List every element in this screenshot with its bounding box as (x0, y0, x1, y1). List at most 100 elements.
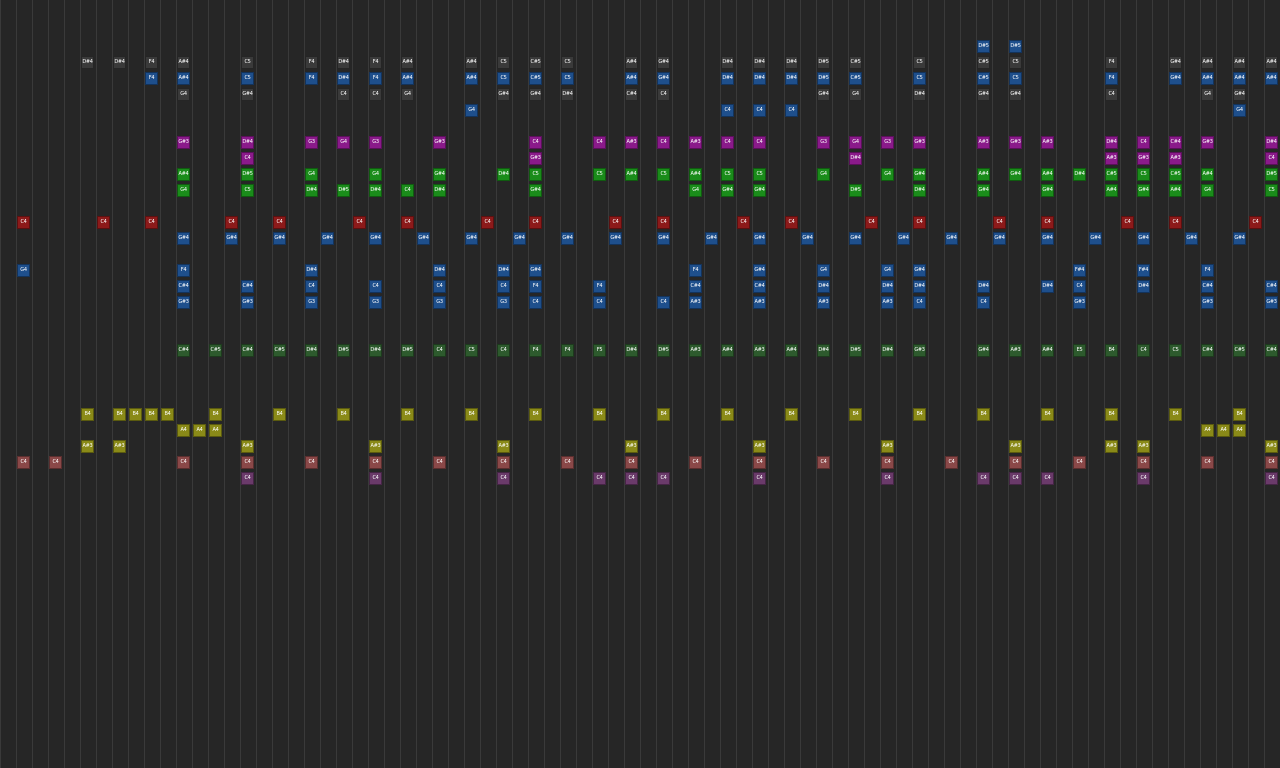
note-block[interactable]: C5 (561, 72, 574, 85)
note-block[interactable]: A4 (177, 424, 190, 437)
note-block[interactable]: G4 (849, 136, 862, 149)
note-block[interactable]: G#4 (609, 232, 622, 245)
note-block[interactable]: C4 (481, 216, 494, 229)
note-block[interactable]: A#3 (1137, 440, 1150, 453)
note-block[interactable]: B4 (785, 408, 798, 421)
note-block[interactable]: D#4 (817, 280, 830, 293)
note-block[interactable]: D#5 (1265, 168, 1278, 181)
note-block[interactable]: B4 (913, 408, 926, 421)
note-block[interactable]: B4 (113, 408, 126, 421)
note-block[interactable]: G#4 (225, 232, 238, 245)
note-block[interactable]: C4 (401, 184, 414, 197)
note-block[interactable]: B4 (465, 408, 478, 421)
note-block[interactable]: B4 (849, 408, 862, 421)
note-block[interactable]: B4 (721, 408, 734, 421)
note-block[interactable]: A#3 (1105, 440, 1118, 453)
note-block[interactable]: C4 (497, 344, 510, 357)
note-block[interactable]: D#4 (881, 344, 894, 357)
note-block[interactable]: C4 (753, 472, 766, 485)
note-block[interactable]: A4 (193, 424, 206, 437)
note-block[interactable]: A#4 (977, 168, 990, 181)
note-block[interactable]: B4 (81, 408, 94, 421)
note-block[interactable]: G3 (817, 136, 830, 149)
note-block[interactable]: C4 (1201, 456, 1214, 469)
note-block[interactable]: D#5 (849, 344, 862, 357)
note-block[interactable]: D#4 (1265, 136, 1278, 149)
note-block[interactable]: A#3 (1041, 136, 1054, 149)
note-block[interactable]: C4 (17, 456, 30, 469)
note-block[interactable]: C4 (657, 216, 670, 229)
note-block[interactable]: C4 (369, 88, 382, 101)
note-block[interactable]: D#5 (401, 344, 414, 357)
note-block[interactable]: C4 (1265, 152, 1278, 165)
note-block[interactable]: C4 (337, 88, 350, 101)
note-block[interactable]: B4 (1233, 408, 1246, 421)
note-block[interactable]: C#5 (977, 56, 990, 69)
note-block[interactable]: C4 (1009, 472, 1022, 485)
note-block[interactable]: G#4 (529, 184, 542, 197)
note-block[interactable]: G4 (689, 184, 702, 197)
note-block[interactable]: B4 (977, 408, 990, 421)
note-block[interactable]: C#5 (529, 72, 542, 85)
note-block[interactable]: A#3 (1009, 344, 1022, 357)
note-block[interactable]: C5 (753, 168, 766, 181)
note-block[interactable]: G#4 (977, 184, 990, 197)
note-block[interactable]: D#4 (497, 168, 510, 181)
note-block[interactable]: D#4 (305, 344, 318, 357)
note-block[interactable]: G#4 (465, 232, 478, 245)
note-block[interactable]: G#4 (273, 232, 286, 245)
note-block[interactable]: C4 (657, 88, 670, 101)
note-block[interactable]: C4 (1137, 344, 1150, 357)
note-block[interactable]: G#4 (1009, 168, 1022, 181)
note-block[interactable]: F4 (529, 280, 542, 293)
note-block[interactable]: A#4 (721, 344, 734, 357)
note-block[interactable]: G#4 (1169, 72, 1182, 85)
note-block[interactable]: C4 (1265, 472, 1278, 485)
note-block[interactable]: C4 (1137, 136, 1150, 149)
note-block[interactable]: F4 (1105, 56, 1118, 69)
note-block[interactable]: G#4 (1169, 56, 1182, 69)
note-block[interactable]: G#4 (657, 56, 670, 69)
note-block[interactable]: A#3 (689, 136, 702, 149)
note-block[interactable]: G4 (465, 104, 478, 117)
note-block[interactable]: B4 (273, 408, 286, 421)
note-block[interactable]: C4 (913, 296, 926, 309)
note-block[interactable]: C5 (241, 184, 254, 197)
note-block[interactable]: C4 (721, 104, 734, 117)
note-block[interactable]: F4 (305, 72, 318, 85)
note-block[interactable]: A4 (1217, 424, 1230, 437)
note-block[interactable]: C4 (993, 216, 1006, 229)
note-block[interactable]: G4 (817, 264, 830, 277)
note-block[interactable]: A#4 (625, 168, 638, 181)
note-block[interactable]: C5 (497, 56, 510, 69)
note-block[interactable]: C4 (865, 216, 878, 229)
note-block[interactable]: G#4 (993, 232, 1006, 245)
note-block[interactable]: F4 (529, 344, 542, 357)
note-block[interactable]: A#3 (625, 136, 638, 149)
note-block[interactable]: C5 (657, 168, 670, 181)
note-block[interactable]: G#4 (977, 88, 990, 101)
note-block[interactable]: D#4 (785, 72, 798, 85)
note-block[interactable]: C#5 (1169, 168, 1182, 181)
note-block[interactable]: C5 (561, 56, 574, 69)
note-block[interactable]: A#3 (881, 296, 894, 309)
note-block[interactable]: G4 (881, 264, 894, 277)
note-block[interactable]: D#5 (849, 184, 862, 197)
note-block[interactable]: G#4 (433, 168, 446, 181)
note-block[interactable]: G4 (881, 168, 894, 181)
note-block[interactable]: F4 (1105, 72, 1118, 85)
note-block[interactable]: G3 (497, 296, 510, 309)
note-block[interactable]: G#4 (497, 88, 510, 101)
note-block[interactable]: A#4 (1041, 168, 1054, 181)
note-block[interactable]: A4 (209, 424, 222, 437)
note-block[interactable]: F4 (561, 344, 574, 357)
note-block[interactable]: G#4 (753, 232, 766, 245)
note-block[interactable]: D#4 (785, 56, 798, 69)
note-block[interactable]: B4 (209, 408, 222, 421)
note-block[interactable]: C#4 (177, 280, 190, 293)
note-block[interactable]: D#5 (241, 168, 254, 181)
note-block[interactable]: C5 (913, 56, 926, 69)
note-block[interactable]: C#5 (529, 56, 542, 69)
note-block[interactable]: B4 (129, 408, 142, 421)
note-block[interactable]: A#3 (497, 440, 510, 453)
